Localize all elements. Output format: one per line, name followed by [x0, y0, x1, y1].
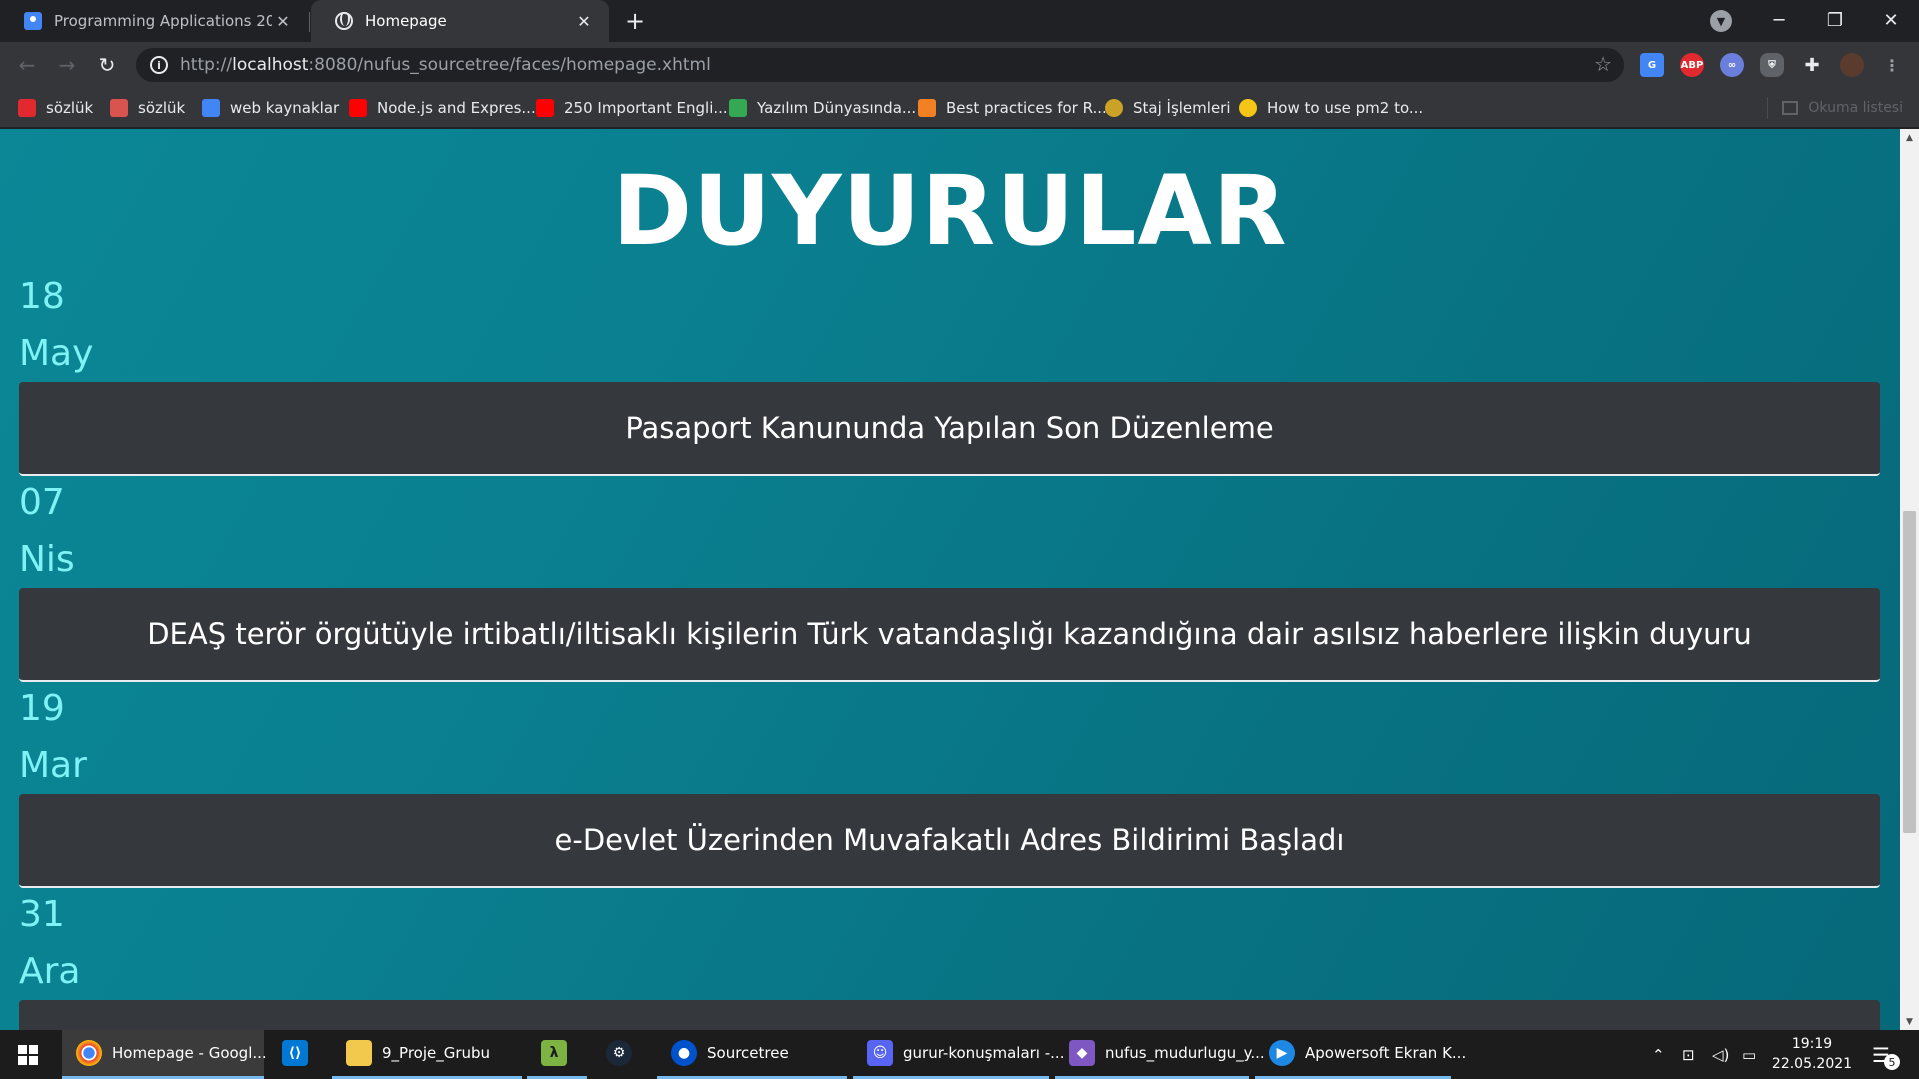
close-icon[interactable]: ✕	[573, 10, 595, 32]
steam-icon: ⚙	[606, 1040, 632, 1066]
sourcetree-icon: ●	[671, 1040, 697, 1066]
taskbar-apowersoft[interactable]: ▶ Apowersoft Ekran K...	[1255, 1030, 1466, 1079]
new-tab-button[interactable]: +	[620, 6, 650, 36]
network-icon[interactable]: ⊡	[1682, 1030, 1695, 1079]
shield-icon[interactable]: ⛨	[1760, 53, 1784, 77]
taskbar-sourcetree[interactable]: ● Sourcetree	[657, 1030, 847, 1079]
tab-search-icon[interactable]: ▼	[1710, 10, 1732, 32]
announcement-month: May	[19, 333, 94, 374]
folder-icon	[346, 1040, 372, 1066]
reading-list-button[interactable]: Okuma listesi	[1767, 97, 1903, 119]
tray-chevron-icon[interactable]: ⌃	[1652, 1030, 1665, 1079]
drive-icon	[729, 99, 747, 117]
address-bar[interactable]: i http://localhost:8080/nufus_sourcetree…	[136, 48, 1624, 82]
battery-icon[interactable]: ▭	[1742, 1030, 1756, 1079]
scrollbar-thumb[interactable]	[1903, 511, 1916, 833]
volume-icon[interactable]: ◁)	[1712, 1030, 1729, 1079]
scroll-up-icon[interactable]: ▲	[1900, 129, 1919, 146]
adblock-plus-icon[interactable]: ABP	[1680, 53, 1704, 77]
bookmark-item[interactable]: 250 Important Engli...	[536, 97, 728, 119]
classroom-icon	[24, 12, 42, 30]
bookmark-item[interactable]: Staj İşlemleri	[1105, 97, 1231, 119]
taskbar-steam[interactable]: ⚙	[592, 1030, 652, 1079]
bookmark-item[interactable]: How to use pm2 to...	[1239, 97, 1423, 119]
tab-title: Homepage	[365, 12, 447, 30]
menu-icon[interactable]: ⋮	[1880, 53, 1904, 77]
announcement-item[interactable]: Pasaport Kanununda Yapılan Son Düzenleme	[19, 382, 1880, 476]
notification-badge: 5	[1884, 1054, 1900, 1070]
stackoverflow-icon	[918, 99, 936, 117]
forward-button[interactable]: →	[52, 50, 82, 80]
announcement-month: Ara	[19, 951, 81, 992]
taskbar-discord[interactable]: ☺ gurur-konuşmaları -...	[853, 1030, 1064, 1079]
windows-icon	[18, 1044, 38, 1065]
announcement-day: 19	[19, 688, 65, 729]
extension-icon[interactable]: ∞	[1720, 53, 1744, 77]
discord-icon: ☺	[867, 1040, 893, 1066]
announcement-day: 31	[19, 894, 65, 935]
taskbar-app[interactable]: ◆ nufus_mudurlugu_y...	[1055, 1030, 1265, 1079]
bookmark-item[interactable]: sözlük	[110, 97, 185, 119]
reload-button[interactable]: ↻	[92, 50, 122, 80]
announcement-month: Mar	[19, 745, 87, 786]
tab-programming-applications[interactable]: Programming Applications 2020- ✕	[0, 0, 308, 42]
globe-icon	[335, 12, 353, 30]
dictionary-icon	[110, 99, 128, 117]
announcement-month: Nis	[19, 539, 75, 580]
bookmark-item[interactable]: Yazılım Dünyasında...	[729, 97, 916, 119]
page-viewport: DUYURULAR 18 May Pasaport Kanununda Yapı…	[0, 129, 1900, 1030]
announcement-day: 18	[19, 276, 65, 317]
university-icon	[1105, 99, 1123, 117]
system-clock[interactable]: 19:19 22.05.2021	[1766, 1034, 1858, 1074]
start-button[interactable]	[0, 1030, 56, 1079]
pm2-icon	[1239, 99, 1257, 117]
vertical-scrollbar[interactable]: ▲ ▼	[1900, 129, 1919, 1030]
tab-homepage[interactable]: Homepage ✕	[311, 0, 609, 42]
youtube-icon	[536, 99, 554, 117]
google-translate-icon[interactable]: G	[1640, 53, 1664, 77]
announcement-day: 07	[19, 482, 65, 523]
taskbar-chrome[interactable]: Homepage - Googl...	[62, 1030, 267, 1079]
url-text[interactable]: http://localhost:8080/nufus_sourcetree/f…	[180, 55, 711, 75]
taskbar-vscode[interactable]: ⟨⟩	[268, 1030, 328, 1079]
tureng-icon	[18, 99, 36, 117]
bookmark-item[interactable]: Best practices for R...	[918, 97, 1107, 119]
close-icon[interactable]: ✕	[272, 10, 294, 32]
bookmark-item[interactable]: sözlük	[18, 97, 93, 119]
app-icon: ◆	[1069, 1040, 1095, 1066]
apowersoft-icon: ▶	[1269, 1040, 1295, 1066]
reading-list-icon	[1782, 101, 1799, 115]
info-icon[interactable]: i	[150, 56, 168, 74]
youtube-icon	[349, 99, 367, 117]
back-button[interactable]: ←	[12, 50, 42, 80]
page-title: DUYURULAR	[612, 155, 1288, 267]
restore-button[interactable]: ❐	[1807, 0, 1863, 40]
tab-separator	[309, 12, 310, 32]
bookmark-item[interactable]: web kaynaklar	[202, 97, 339, 119]
docs-icon	[202, 99, 220, 117]
minimize-button[interactable]: ─	[1751, 0, 1807, 40]
announcement-item[interactable]: DEAŞ terör örgütüyle irtibatlı/iltisaklı…	[19, 588, 1880, 682]
vscode-icon: ⟨⟩	[282, 1040, 308, 1066]
tab-strip: Programming Applications 2020- ✕ Homepag…	[0, 0, 1919, 42]
taskbar-lambda[interactable]: λ	[527, 1030, 587, 1079]
bookmarks-bar: sözlük sözlük web kaynaklar Node.js and …	[0, 88, 1919, 128]
tab-title: Programming Applications 2020-	[54, 12, 272, 30]
avatar[interactable]	[1840, 53, 1864, 77]
window-close-button[interactable]: ✕	[1863, 0, 1919, 40]
scroll-down-icon[interactable]: ▼	[1900, 1013, 1919, 1030]
taskbar-explorer[interactable]: 9_Proje_Grubu	[332, 1030, 522, 1079]
puzzle-icon[interactable]: ✚	[1800, 53, 1824, 77]
bookmark-star-icon[interactable]: ☆	[1594, 52, 1612, 76]
notification-center-icon[interactable]: ☰ 5	[1866, 1040, 1900, 1070]
announcement-item[interactable]	[19, 1000, 1880, 1030]
announcement-item[interactable]: e-Devlet Üzerinden Muvafakatlı Adres Bil…	[19, 794, 1880, 888]
chrome-icon	[76, 1040, 102, 1066]
lambda-icon: λ	[541, 1040, 567, 1066]
browser-toolbar: ← → ↻ i http://localhost:8080/nufus_sour…	[0, 42, 1919, 88]
windows-taskbar: Homepage - Googl... ⟨⟩ 9_Proje_Grubu λ ⚙…	[0, 1030, 1919, 1079]
bookmark-item[interactable]: Node.js and Expres...	[349, 97, 536, 119]
